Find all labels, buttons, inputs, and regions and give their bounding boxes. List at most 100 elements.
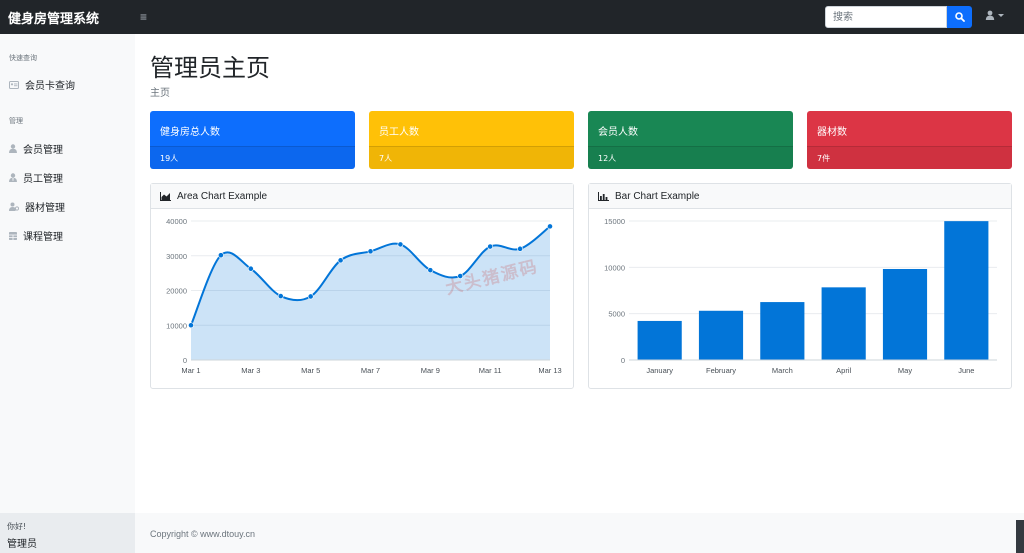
user-tie-icon [9, 173, 17, 182]
top-navbar: 健身房管理系统 ≡ [0, 0, 1024, 34]
sidebar-item-staff[interactable]: 员工管理 [9, 170, 63, 185]
page-title: 管理员主页 [150, 54, 270, 82]
data-point [487, 243, 494, 250]
panel-title: Bar Chart Example [615, 190, 700, 202]
data-point [457, 273, 464, 279]
user-icon [9, 144, 17, 153]
search-icon [954, 12, 965, 22]
card-value: 7件 [807, 146, 1012, 169]
sidebar-item-equipment[interactable]: 器材管理 [9, 199, 65, 214]
bar-chart: 0 5000 10000 15000 January February March April… [604, 217, 997, 375]
x-tick-label: Mar 13 [538, 366, 561, 375]
greeting-text: 你好! [7, 522, 27, 531]
x-tick-label: May [898, 366, 912, 375]
address-card-icon [9, 80, 19, 89]
x-tick-label: Mar 9 [421, 366, 440, 375]
y-tick-label: 0 [183, 356, 187, 365]
area-chart: 0 10000 20000 30000 40000 Mar 1 Mar 3 Mar 5 Mar … [166, 217, 562, 375]
bar [637, 320, 682, 360]
user-dropdown[interactable] [985, 10, 1004, 20]
bar-chart-panel: Bar Chart Example 0 5000 10000 15000 January… [588, 183, 1012, 389]
x-tick-label: January [646, 366, 673, 375]
sidebar-item-members[interactable]: 会员管理 [9, 141, 63, 156]
y-tick-label: 15000 [604, 217, 625, 226]
card-title: 健身房总人数 [160, 127, 220, 138]
sidebar-heading-manage: 管理 [9, 117, 23, 125]
y-tick-label: 10000 [166, 321, 187, 330]
card-value: 7人 [369, 146, 574, 169]
data-point [307, 293, 314, 300]
x-tick-label: Mar 11 [479, 366, 502, 375]
breadcrumb: 主页 [150, 88, 170, 99]
data-point [188, 322, 194, 329]
x-tick-label: Mar 3 [241, 366, 260, 375]
user-icon [985, 10, 995, 20]
sidebar-heading-quick: 快速查询 [9, 54, 37, 62]
sidebar-toggle-icon[interactable]: ≡ [140, 10, 147, 24]
search-input[interactable] [825, 6, 947, 28]
sidebar-item-courses[interactable]: 课程管理 [9, 228, 63, 243]
copyright-text: Copyright © www.dtouy.cn [150, 529, 256, 539]
area-chart-panel: Area Chart Example 0 10000 20000 30000 40000… [150, 183, 574, 389]
data-point [367, 248, 374, 255]
sidebar-item-label: 会员管理 [23, 145, 63, 156]
search-form [825, 6, 972, 28]
stat-card-staff[interactable]: 员工人数 7人 [369, 111, 574, 169]
y-tick-label: 5000 [608, 310, 625, 319]
stat-card-equipment[interactable]: 器材数 7件 [807, 111, 1012, 169]
x-tick-label: Mar 5 [301, 366, 320, 375]
sidebar-item-label: 课程管理 [23, 232, 63, 243]
table-icon [9, 231, 17, 240]
bar [821, 287, 866, 360]
bar [760, 302, 805, 360]
search-button[interactable] [947, 6, 972, 28]
data-point [247, 265, 254, 272]
data-point [547, 223, 553, 230]
bar [698, 310, 744, 360]
x-tick-label: April [836, 366, 851, 375]
y-tick-label: 30000 [166, 252, 187, 261]
sidebar-item-label: 员工管理 [23, 174, 63, 185]
bar [944, 221, 989, 360]
x-tick-label: March [772, 366, 793, 375]
x-tick-label: February [706, 366, 736, 375]
panel-title: Area Chart Example [177, 190, 268, 202]
data-point [337, 257, 344, 264]
x-tick-label: Mar 1 [181, 366, 200, 375]
card-title: 会员人数 [598, 127, 638, 138]
x-tick-label: June [958, 366, 974, 375]
y-tick-label: 0 [621, 356, 625, 365]
page-footer: Copyright © www.dtouy.cn [135, 513, 1024, 553]
bar [882, 268, 928, 360]
sidebar-item-card-query[interactable]: 会员卡查询 [9, 77, 75, 92]
x-tick-label: Mar 7 [361, 366, 380, 375]
data-point [277, 293, 284, 299]
sidebar-item-label: 器材管理 [25, 203, 65, 214]
sidebar-footer: 你好! 管理员 [0, 513, 135, 553]
y-tick-label: 20000 [166, 287, 187, 296]
chart-bar-icon [598, 191, 609, 201]
card-value: 12人 [588, 146, 793, 169]
data-point [397, 241, 404, 248]
card-value: 19人 [150, 146, 355, 169]
sidebar: 快速查询 会员卡查询 管理 会员管理 员工管理 器材管理 课程管理 你好! 管理… [0, 34, 135, 553]
brand-title[interactable]: 健身房管理系统 [8, 8, 133, 27]
users-cog-icon [9, 202, 19, 211]
panel-header: Area Chart Example [151, 184, 573, 209]
data-point [427, 267, 434, 274]
sidebar-item-label: 会员卡查询 [25, 81, 75, 92]
card-title: 员工人数 [379, 127, 419, 138]
chart-area-icon [160, 191, 171, 201]
stat-card-total[interactable]: 健身房总人数 19人 [150, 111, 355, 169]
corner-tab [1016, 520, 1024, 553]
card-title: 器材数 [817, 127, 847, 138]
data-point [517, 245, 523, 252]
data-point [218, 252, 224, 259]
chevron-down-icon [998, 13, 1004, 17]
stat-card-members[interactable]: 会员人数 12人 [588, 111, 793, 169]
panel-header: Bar Chart Example [589, 184, 1011, 209]
main-content: 管理员主页 主页 健身房总人数 19人 员工人数 7人 会员人数 12人 器材数… [135, 34, 1024, 513]
y-tick-label: 10000 [604, 263, 625, 272]
logged-in-user: 管理员 [7, 539, 37, 550]
y-tick-label: 40000 [166, 217, 187, 226]
